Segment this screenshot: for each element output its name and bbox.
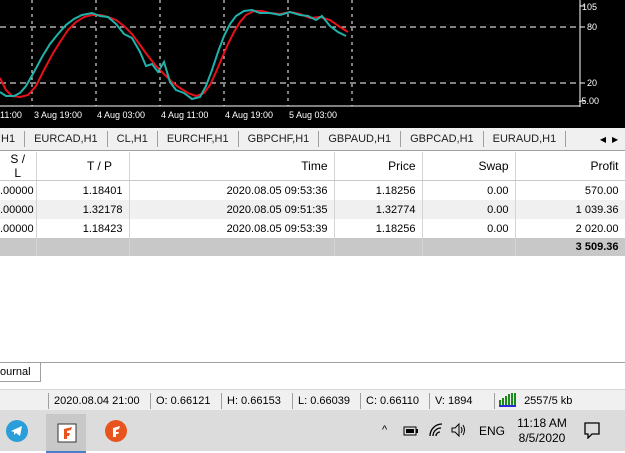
table-row[interactable]: .00000 1.32178 2020.08.05 09:51:35 1.327…	[0, 200, 625, 219]
total-profit: 3 509.36	[515, 238, 625, 256]
status-high: H: 0.66153	[221, 393, 281, 409]
y-label-80: 80	[586, 22, 597, 32]
y-label-20: 20	[586, 78, 597, 88]
clock-time: 11:18 AM	[517, 416, 567, 430]
signal-line	[0, 10, 349, 99]
x-label: 3 Aug 19:00	[34, 110, 83, 120]
tab-eurcad[interactable]: EURCAD,H1	[25, 131, 108, 147]
tab-gbpcad[interactable]: GBPCAD,H1	[401, 131, 484, 147]
input-language[interactable]: ENG	[479, 424, 505, 438]
wifi-icon[interactable]	[428, 423, 444, 440]
tab-gbpaud[interactable]: GBPAUD,H1	[319, 131, 402, 147]
y-label-minus-5: -5.00	[578, 96, 599, 106]
status-datetime: 2020.08.04 21:00	[48, 393, 140, 409]
volume-icon[interactable]	[450, 422, 468, 441]
cell-tp: 1.32178	[36, 200, 130, 219]
header-sl[interactable]: S / L	[0, 152, 37, 181]
header-profit[interactable]: Profit	[515, 152, 625, 181]
status-bar: 2020.08.04 21:00 O: 0.66121 H: 0.66153 L…	[0, 389, 625, 411]
cell-price: 1.32774	[334, 200, 423, 219]
clock-date: 8/5/2020	[518, 431, 566, 445]
chart-canvas	[0, 0, 585, 107]
status-volume: V: 1894	[429, 393, 473, 409]
cell-swap: 0.00	[422, 219, 516, 238]
status-open: O: 0.66121	[150, 393, 210, 409]
cell-swap: 0.00	[422, 180, 516, 200]
system-clock[interactable]: 11:18 AM 8/5/2020	[512, 416, 572, 446]
status-close: C: 0.66110	[360, 393, 419, 409]
battery-icon[interactable]	[402, 423, 420, 440]
notifications-icon[interactable]	[583, 421, 601, 442]
symbol-tab-bar: H1 EURCAD,H1 CL,H1 EURCHF,H1 GBPCHF,H1 G…	[0, 128, 625, 151]
tab-cl[interactable]: CL,H1	[108, 131, 158, 147]
x-label: 11:00	[0, 110, 22, 120]
cell-tp: 1.18423	[36, 219, 130, 238]
header-tp[interactable]: T / P	[36, 152, 130, 181]
tab-journal[interactable]: ournal	[0, 362, 41, 382]
x-label: 5 Aug 03:00	[289, 110, 338, 120]
trading-terminal-taskbar-button[interactable]	[46, 414, 86, 453]
windows-taskbar: ^ ENG 11:18 AM 8/5/2020	[0, 410, 625, 453]
cell-tp: 1.18401	[36, 180, 130, 200]
telegram-icon[interactable]	[6, 420, 28, 445]
tab-scroll-arrows: ◀ ▶	[593, 128, 625, 150]
x-label: 4 Aug 19:00	[225, 110, 274, 120]
cell-profit: 570.00	[515, 180, 625, 200]
header-time[interactable]: Time	[129, 152, 335, 181]
header-swap[interactable]: Swap	[422, 152, 516, 181]
header-price[interactable]: Price	[334, 152, 423, 181]
cell-time: 2020.08.05 09:53:36	[129, 180, 335, 200]
connection-bars-icon	[499, 393, 516, 407]
y-label-105: 105	[581, 2, 597, 12]
scroll-left-icon[interactable]: ◀	[600, 135, 606, 144]
status-traffic: 2557/5 kb	[494, 393, 572, 409]
cell-time: 2020.08.05 09:51:35	[129, 200, 335, 219]
cell-profit: 2 020.00	[515, 219, 625, 238]
cell-price: 1.18256	[334, 219, 423, 238]
traffic-value: 2557/5 kb	[524, 395, 573, 407]
oscillator-chart[interactable]: 105 80 20 -5.00 11:00 3 Aug 19:00 4 Aug …	[0, 0, 625, 128]
table-row[interactable]: .00000 1.18401 2020.08.05 09:53:36 1.182…	[0, 180, 625, 200]
tab-h1[interactable]: H1	[0, 131, 26, 147]
tab-gbpchf[interactable]: GBPCHF,H1	[239, 131, 320, 147]
status-low: L: 0.66039	[292, 393, 350, 409]
cell-swap: 0.00	[422, 200, 516, 219]
cell-price: 1.18256	[334, 180, 423, 200]
table-row[interactable]: .00000 1.18423 2020.08.05 09:53:39 1.182…	[0, 219, 625, 238]
x-label: 4 Aug 11:00	[161, 110, 209, 120]
trade-table: S / L T / P Time Price Swap Profit .0000…	[0, 152, 625, 256]
scroll-right-icon[interactable]: ▶	[612, 135, 618, 144]
cell-sl: .00000	[0, 200, 37, 219]
metatrader-icon	[57, 423, 77, 443]
cell-sl: .00000	[0, 180, 37, 200]
cell-profit: 1 039.36	[515, 200, 625, 219]
total-row: 3 509.36	[0, 238, 625, 256]
x-label: 4 Aug 03:00	[97, 110, 146, 120]
chevron-up-icon[interactable]: ^	[382, 424, 387, 436]
tab-eurchf[interactable]: EURCHF,H1	[158, 131, 239, 147]
cell-sl: .00000	[0, 219, 37, 238]
tab-euraud[interactable]: EURAUD,H1	[484, 131, 567, 147]
app-f-icon[interactable]	[104, 419, 128, 446]
bottom-tab-divider	[0, 362, 625, 363]
cell-time: 2020.08.05 09:53:39	[129, 219, 335, 238]
